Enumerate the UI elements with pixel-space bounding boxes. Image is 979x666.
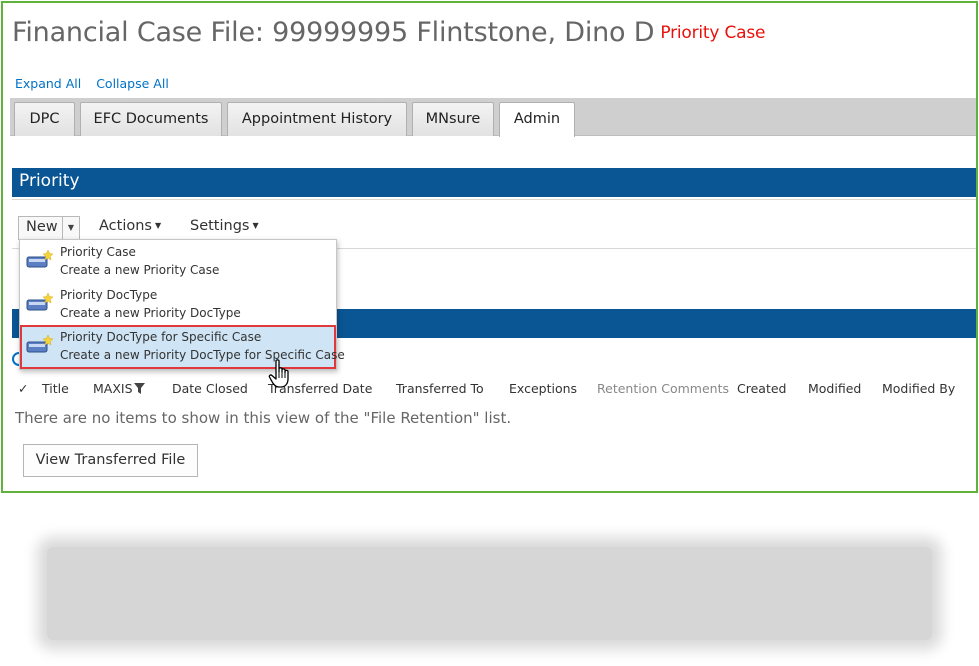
column-header-maxis[interactable]: MAXIS	[93, 381, 145, 396]
checkmark-icon[interactable]: ✓	[18, 381, 28, 396]
column-header-date-closed[interactable]: Date Closed	[172, 381, 248, 396]
dropdown-arrow-icon[interactable]: ▼	[62, 217, 79, 239]
menu-item-priority-doctype[interactable]: Priority DocType Create a new Priority D…	[22, 285, 334, 325]
page-title-text: Financial Case File: 99999995 Flintstone…	[12, 17, 655, 48]
chevron-down-icon: ▼	[154, 221, 162, 230]
menu-item-title: Priority DocType for Specific Case	[60, 330, 262, 344]
menu-item-description: Create a new Priority Case	[60, 263, 220, 277]
expand-all-link[interactable]: Expand All	[15, 76, 81, 91]
view-transferred-file-button[interactable]: View Transferred File	[23, 444, 198, 477]
tab-mnsure[interactable]: MNsure	[412, 102, 494, 136]
tab-efc-documents[interactable]: EFC Documents	[80, 102, 222, 136]
column-header-maxis-label: MAXIS	[93, 381, 133, 396]
empty-list-message: There are no items to show in this view …	[15, 409, 512, 427]
menu-item-priority-case[interactable]: Priority Case Create a new Priority Case	[22, 242, 334, 282]
menu-item-description: Create a new Priority DocType for Specif…	[60, 348, 345, 362]
filter-icon	[133, 383, 145, 394]
menu-item-title: Priority DocType	[60, 288, 158, 302]
column-header-created[interactable]: Created	[737, 381, 786, 396]
menu-item-title: Priority Case	[60, 245, 136, 259]
tab-dpc[interactable]: DPC	[14, 102, 75, 136]
column-header-retention-comments[interactable]: Retention Comments	[597, 381, 729, 396]
chevron-down-icon: ▼	[252, 221, 259, 230]
new-button-label: New	[26, 219, 58, 235]
column-header-title[interactable]: Title	[42, 381, 69, 396]
hand-cursor-icon	[268, 359, 289, 388]
priority-section-header: Priority	[12, 168, 976, 197]
settings-menu-label: Settings	[190, 218, 250, 234]
expand-collapse-links: Expand All Collapse All	[15, 76, 180, 91]
new-item-icon	[26, 293, 54, 311]
divider	[12, 199, 976, 200]
column-header-exceptions[interactable]: Exceptions	[509, 381, 577, 396]
case-file-panel: Financial Case File: 99999995 Flintstone…	[1, 1, 978, 493]
list-column-headers: ✓ Title MAXIS Date Closed Transferred Da…	[18, 381, 976, 399]
column-header-modified[interactable]: Modified	[808, 381, 861, 396]
page-title: Financial Case File: 99999995 Flintstone…	[12, 17, 765, 48]
tab-appointment-history[interactable]: Appointment History	[227, 102, 407, 136]
tab-admin[interactable]: Admin	[499, 102, 575, 137]
blurred-region	[47, 547, 932, 640]
actions-menu-label: Actions	[99, 218, 152, 234]
column-header-transferred-to[interactable]: Transferred To	[396, 381, 484, 396]
new-item-icon	[26, 250, 54, 268]
priority-case-badge: Priority Case	[660, 23, 766, 43]
column-header-modified-by[interactable]: Modified By	[882, 381, 955, 396]
new-dropdown-menu: Priority Case Create a new Priority Case…	[19, 239, 345, 370]
new-item-icon	[26, 335, 54, 353]
tab-strip: DPC EFC Documents Appointment History MN…	[10, 98, 976, 137]
settings-menu[interactable]: Settings ▼	[190, 218, 259, 234]
actions-menu[interactable]: Actions ▼	[99, 218, 161, 234]
menu-item-description: Create a new Priority DocType	[60, 306, 241, 320]
collapse-all-link[interactable]: Collapse All	[96, 76, 169, 91]
priority-section-title: Priority	[19, 171, 80, 191]
new-button[interactable]: New ▼	[18, 216, 80, 240]
